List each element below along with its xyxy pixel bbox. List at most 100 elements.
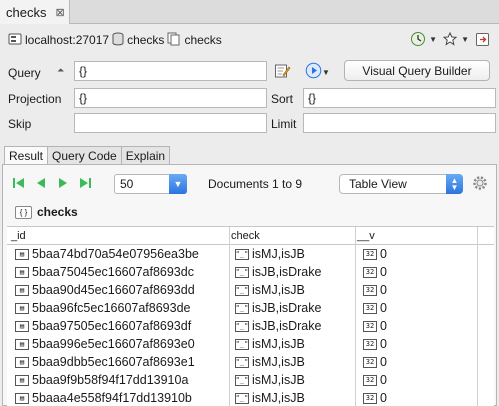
string-icon: "_" <box>235 374 249 386</box>
run-query-icon[interactable] <box>305 62 322 82</box>
first-page-icon[interactable] <box>11 175 27 191</box>
query-sort-marker-icon[interactable]: ⏶ <box>57 65 64 76</box>
limit-input[interactable] <box>303 113 496 133</box>
table-row[interactable]: ▤ 5baa96fc5ec16607af8693de "_" isJB,isDrake… <box>7 300 494 318</box>
table-row[interactable]: ▤ 5baa74bd70a54e07956ea3be "_" isMJ,isJB 32 0 <box>7 246 494 264</box>
id-cell[interactable]: ▤ 5baa96fc5ec16607af8693de <box>15 301 190 315</box>
page-size-value: 50 <box>120 177 134 191</box>
star-icon[interactable] <box>441 30 459 48</box>
previous-page-icon[interactable] <box>33 175 49 191</box>
close-tab-icon[interactable]: ⊠ <box>55 6 64 19</box>
id-value: 5baa97505ec16607af8693df <box>32 319 192 333</box>
sort-input[interactable]: {} <box>303 88 496 108</box>
id-card-icon: ▤ <box>15 356 29 368</box>
check-cell[interactable]: "_" isJB,isDrake <box>235 301 321 315</box>
id-cell[interactable]: ▤ 5baa90d45ec16607af8693dd <box>15 283 195 297</box>
check-value: isMJ,isJB <box>252 337 305 351</box>
limit-label: Limit <box>271 117 297 131</box>
table-row[interactable]: ▤ 5baa90d45ec16607af8693dd "_" isMJ,isJB 32 0 <box>7 282 494 300</box>
id-card-icon: ▤ <box>15 248 29 260</box>
edit-query-icon[interactable] <box>274 62 291 82</box>
check-cell[interactable]: "_" isMJ,isJB <box>235 373 305 387</box>
view-mode-select[interactable]: Table View ▲ ▼ <box>339 174 463 194</box>
column-header-id[interactable]: _id <box>11 230 26 242</box>
table-header: _id check __v <box>7 227 494 245</box>
tab-checks[interactable]: checks ⊠ <box>0 0 70 24</box>
v-value: 0 <box>380 355 387 369</box>
table-row[interactable]: ▤ 5baa9f9b58f94f17dd13910a "_" isMJ,isJB 32 0 <box>7 372 494 390</box>
column-header-v[interactable]: __v <box>357 230 375 242</box>
id-card-icon: ▤ <box>15 320 29 332</box>
run-dropdown-icon[interactable]: ▼ <box>322 68 330 77</box>
breadcrumb-database[interactable]: checks <box>127 33 164 47</box>
v-value: 0 <box>380 337 387 351</box>
int32-icon: 32 <box>363 392 377 404</box>
v-cell[interactable]: 32 0 <box>363 301 387 315</box>
history-icon[interactable] <box>409 30 427 48</box>
tab-explain[interactable]: Explain <box>120 146 171 165</box>
id-value: 5baa75045ec16607af8693dc <box>32 265 194 279</box>
check-value: isMJ,isJB <box>252 283 305 297</box>
id-cell[interactable]: ▤ 5baa97505ec16607af8693df <box>15 319 191 333</box>
query-input[interactable]: {} <box>74 61 267 81</box>
skip-input[interactable] <box>74 113 267 133</box>
table-row[interactable]: ▤ 5baaa4e558f94f17dd13910b "_" isMJ,isJB 32 0 <box>7 390 494 406</box>
history-dropdown-icon[interactable]: ▼ <box>429 35 437 44</box>
v-cell[interactable]: 32 0 <box>363 319 387 333</box>
v-value: 0 <box>380 373 387 387</box>
id-cell[interactable]: ▤ 5baa74bd70a54e07956ea3be <box>15 247 199 261</box>
id-cell[interactable]: ▤ 5baaa4e558f94f17dd13910b <box>15 391 192 405</box>
table-row[interactable]: ▤ 5baa75045ec16607af8693dc "_" isJB,isDrake… <box>7 264 494 282</box>
v-cell[interactable]: 32 0 <box>363 247 387 261</box>
string-icon: "_" <box>235 302 249 314</box>
table-row[interactable]: ▤ 5baa97505ec16607af8693df "_" isJB,isDrake… <box>7 318 494 336</box>
id-card-icon: ▤ <box>15 374 29 386</box>
tab-query-code[interactable]: Query Code <box>47 146 122 165</box>
id-cell[interactable]: ▤ 5baa9f9b58f94f17dd13910a <box>15 373 188 387</box>
id-cell[interactable]: ▤ 5baa996e5ec16607af8693e0 <box>15 337 195 351</box>
next-page-icon[interactable] <box>55 175 71 191</box>
last-page-icon[interactable] <box>77 175 93 191</box>
sort-label: Sort <box>271 92 294 106</box>
check-cell[interactable]: "_" isMJ,isJB <box>235 283 305 297</box>
id-cell[interactable]: ▤ 5baa9dbb5ec16607af8693e1 <box>15 355 195 369</box>
visual-query-builder-button[interactable]: Visual Query Builder <box>344 60 490 81</box>
page-size-select[interactable]: 50 ▼ <box>114 174 187 194</box>
chevron-down-icon[interactable]: ▼ <box>169 174 187 194</box>
breadcrumb-server[interactable]: localhost:27017 <box>25 33 109 47</box>
int32-icon: 32 <box>363 266 377 278</box>
gear-icon[interactable] <box>472 175 488 194</box>
table-row[interactable]: ▤ 5baa996e5ec16607af8693e0 "_" isMJ,isJB 32 0 <box>7 336 494 354</box>
tab-result[interactable]: Result <box>4 146 49 165</box>
check-cell[interactable]: "_" isMJ,isJB <box>235 247 305 261</box>
check-cell[interactable]: "_" isMJ,isJB <box>235 355 305 369</box>
table-row[interactable]: ▤ 5baa9dbb5ec16607af8693e1 "_" isMJ,isJB 32 0 <box>7 354 494 372</box>
check-cell[interactable]: "_" isMJ,isJB <box>235 337 305 351</box>
check-cell[interactable]: "_" isMJ,isJB <box>235 391 305 405</box>
favorites-dropdown-icon[interactable]: ▼ <box>461 35 469 44</box>
breadcrumb-collection[interactable]: checks <box>184 33 221 47</box>
string-icon: "_" <box>235 320 249 332</box>
v-cell[interactable]: 32 0 <box>363 355 387 369</box>
v-value: 0 <box>380 391 387 405</box>
column-header-check[interactable]: check <box>231 230 260 242</box>
v-cell[interactable]: 32 0 <box>363 265 387 279</box>
int32-icon: 32 <box>363 338 377 350</box>
v-cell[interactable]: 32 0 <box>363 283 387 297</box>
v-cell[interactable]: 32 0 <box>363 391 387 405</box>
int32-icon: 32 <box>363 302 377 314</box>
id-card-icon: ▤ <box>15 338 29 350</box>
pager-nav <box>11 175 93 191</box>
result-panel: Result Query Code Explain 50 ▼ Documents… <box>2 146 497 406</box>
header-tools: ▼ ▼ <box>409 30 491 48</box>
check-cell[interactable]: "_" isJB,isDrake <box>235 265 321 279</box>
v-cell[interactable]: 32 0 <box>363 337 387 351</box>
v-cell[interactable]: 32 0 <box>363 373 387 387</box>
updown-arrows-icon[interactable]: ▲ ▼ <box>446 174 463 194</box>
projection-input[interactable]: {} <box>74 88 267 108</box>
id-cell[interactable]: ▤ 5baa75045ec16607af8693dc <box>15 265 194 279</box>
export-icon[interactable] <box>473 30 491 48</box>
check-cell[interactable]: "_" isJB,isDrake <box>235 319 321 333</box>
id-card-icon: ▤ <box>15 302 29 314</box>
collection-name: checks <box>37 205 78 219</box>
